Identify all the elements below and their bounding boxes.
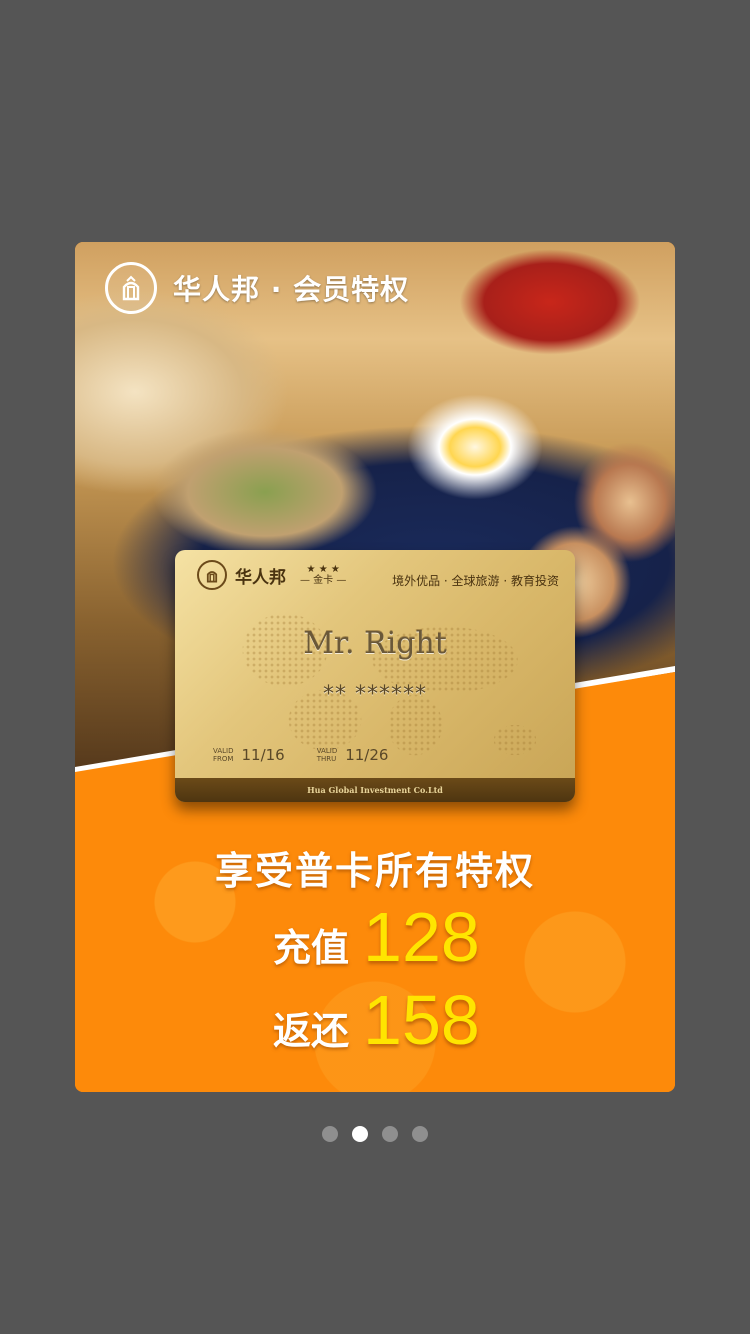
card-issuer: Hua Global Investment Co.Ltd	[175, 778, 575, 802]
grade-stars: ★ ★ ★	[306, 564, 340, 575]
card-holder-name: Mr. Right	[303, 626, 447, 661]
page-dot-1[interactable]	[322, 1126, 338, 1142]
page-dot-4[interactable]	[412, 1126, 428, 1142]
recharge-label: 充值	[273, 926, 350, 970]
recharge-offer: 充值 128	[273, 897, 480, 977]
recharge-amount: 128	[363, 898, 480, 976]
page-dot-2[interactable]	[352, 1126, 368, 1142]
brand-header: 华人邦 · 会员特权	[105, 262, 409, 314]
member-card: 华人邦 ★ ★ ★ — 金卡 — 境外优品 · 全球旅游 · 教育投资 Mr. …	[175, 550, 575, 802]
page-indicator	[0, 1126, 750, 1142]
valid-thru-date: 11/26	[345, 746, 389, 764]
validity-row: VALID FROM 11/16 VALID THRU 11/26	[213, 746, 412, 764]
return-amount: 158	[363, 981, 480, 1059]
world-map-pattern	[215, 590, 545, 760]
valid-thru-label: VALID THRU	[316, 747, 338, 763]
return-label: 返还	[273, 1009, 350, 1053]
page-dot-3[interactable]	[382, 1126, 398, 1142]
card-logo-icon	[197, 560, 227, 590]
card-brand: 华人邦	[235, 567, 286, 588]
brand-logo-icon	[105, 262, 157, 314]
grade-label: — 金卡 —	[300, 575, 347, 586]
promo-headline: 享受普卡所有特权	[214, 849, 535, 893]
card-grade: ★ ★ ★ — 金卡 —	[300, 564, 346, 586]
brand-title: 华人邦 · 会员特权	[173, 273, 410, 306]
card-brand-row: 华人邦 ★ ★ ★ — 金卡 —	[197, 560, 346, 590]
card-tagline: 境外优品 · 全球旅游 · 教育投资	[392, 574, 559, 588]
valid-from-date: 11/16	[241, 746, 285, 764]
card-number: ** ******	[323, 682, 427, 707]
return-offer: 返还 158	[273, 980, 480, 1060]
valid-from-label: VALID FROM	[213, 747, 234, 763]
promo-card[interactable]: 华人邦 · 会员特权 华人邦 ★ ★ ★ — 金卡 — 境外优品 · 全球旅游 …	[75, 242, 675, 1092]
